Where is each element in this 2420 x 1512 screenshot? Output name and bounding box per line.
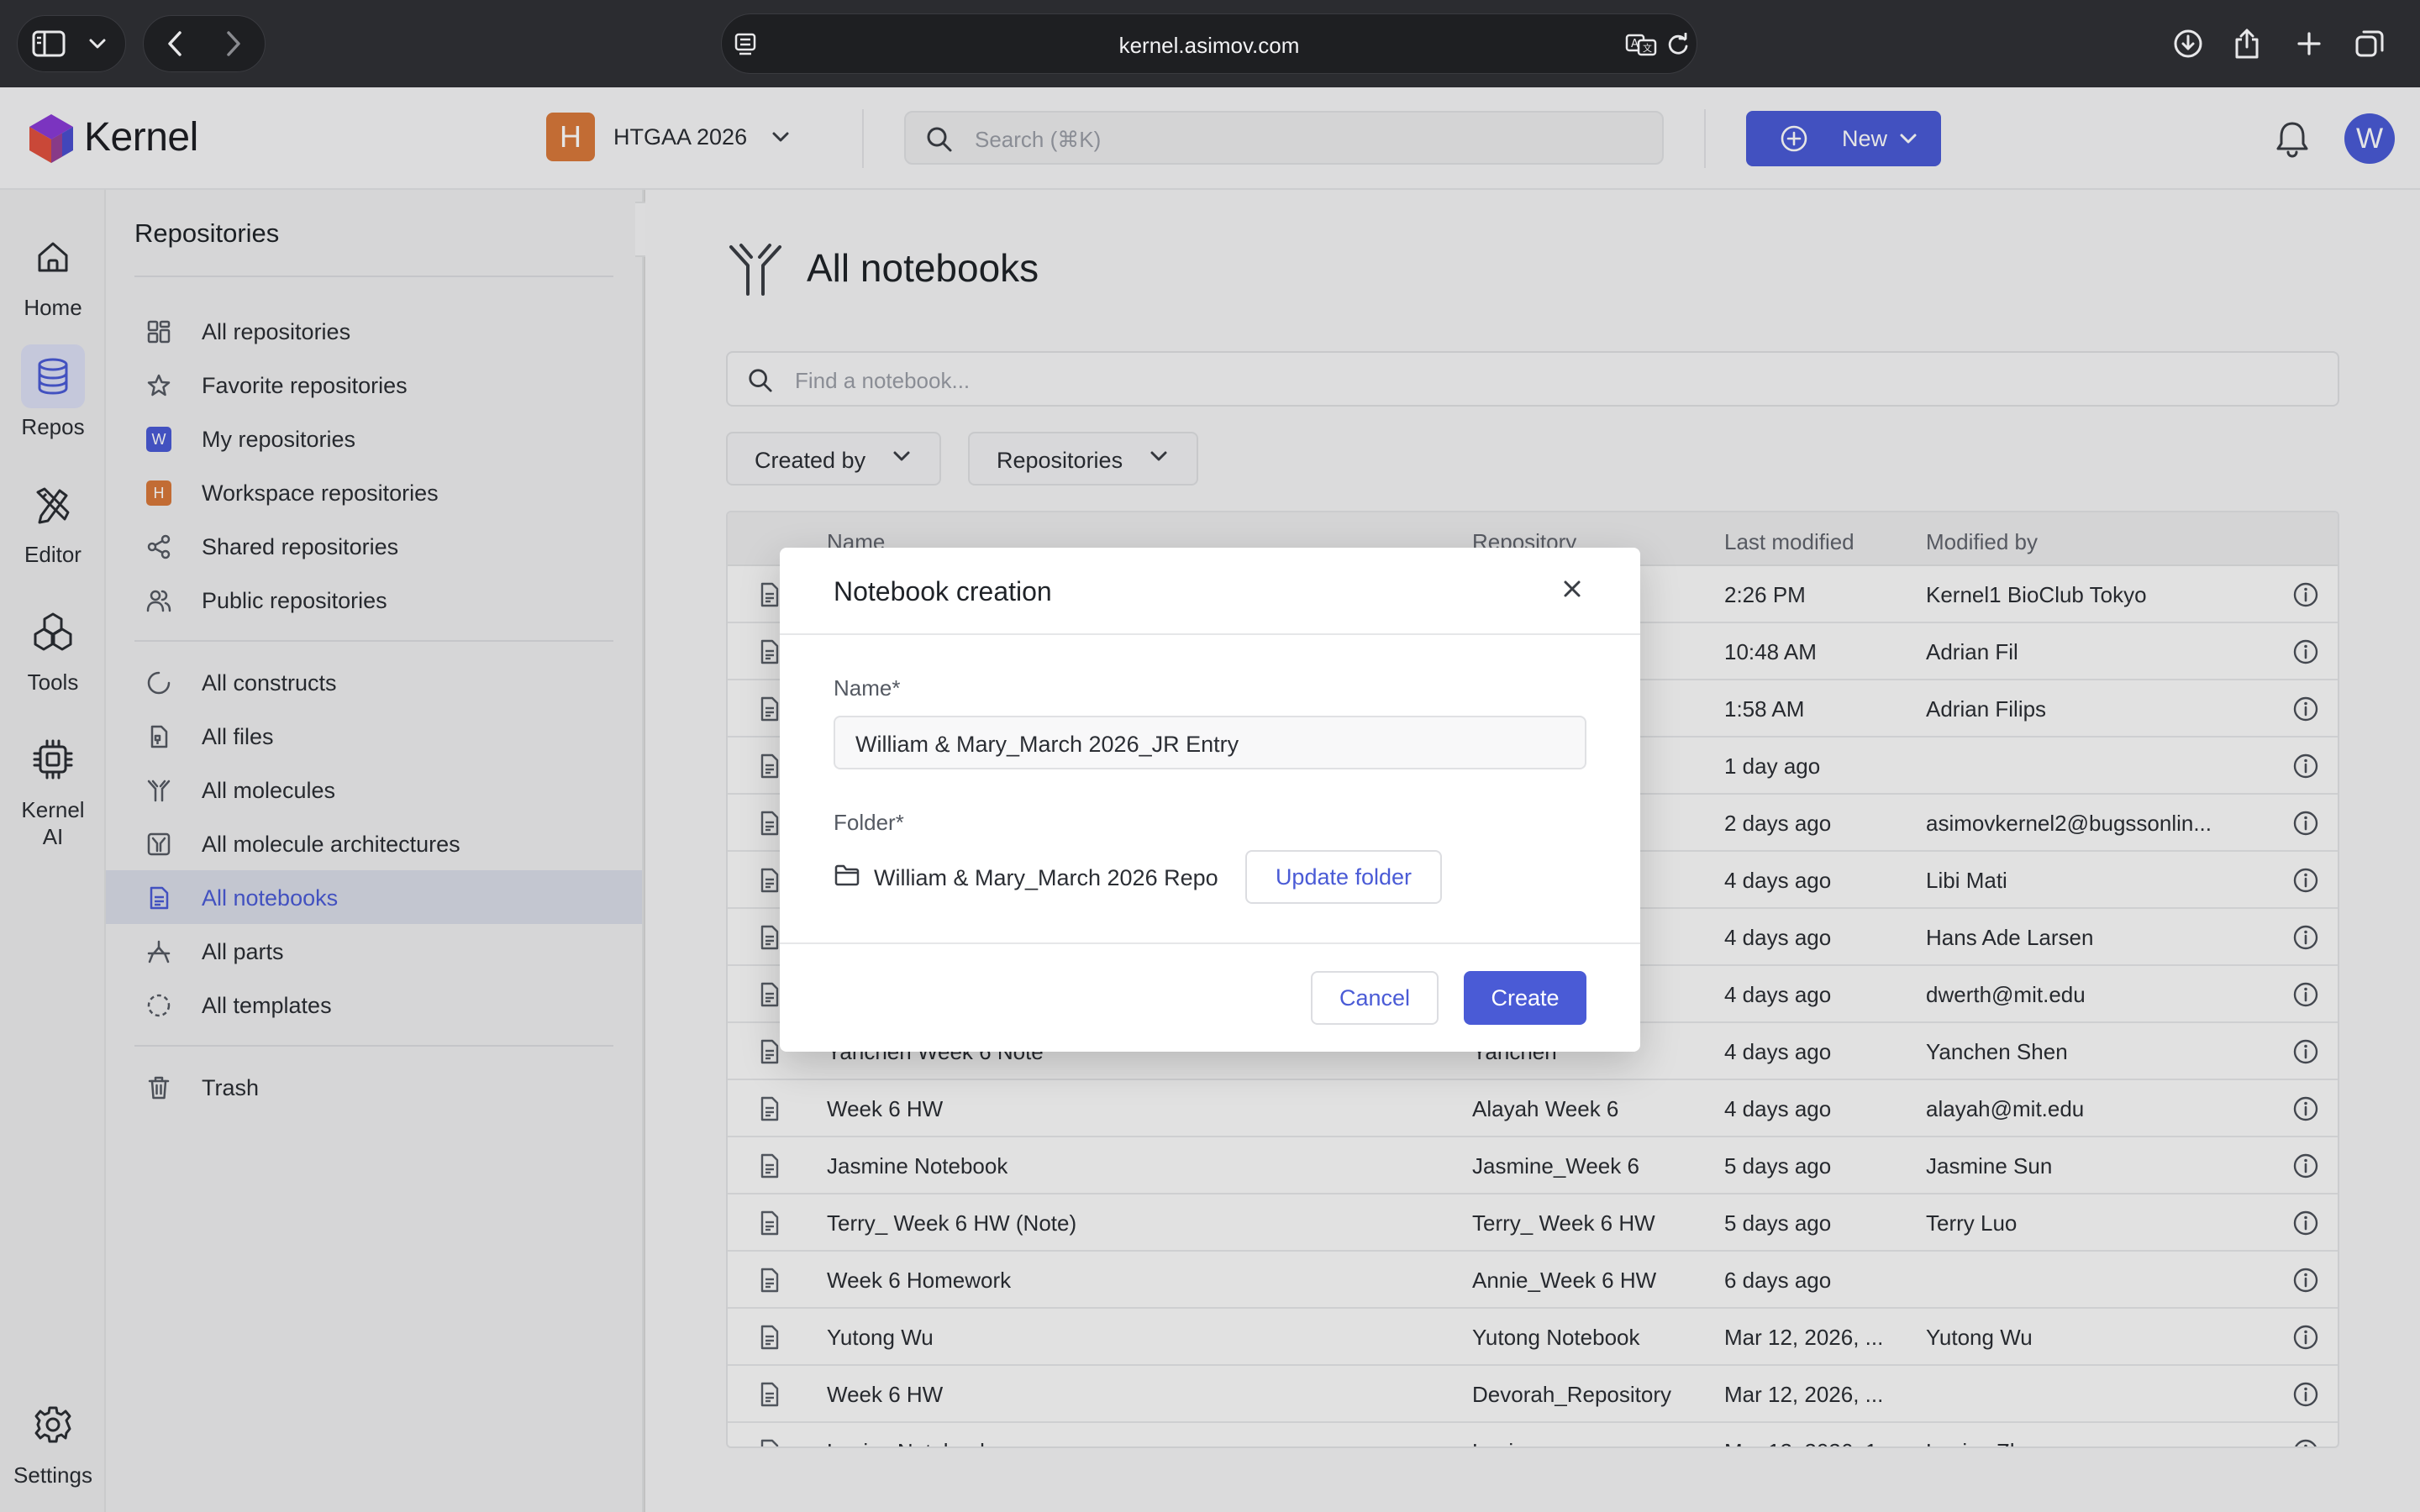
share-icon[interactable]: [2233, 28, 2260, 60]
browser-chrome: kernel.asimov.com A文: [0, 0, 2420, 87]
reload-icon[interactable]: [1666, 33, 1690, 56]
download-icon[interactable]: [2173, 29, 2203, 59]
new-tab-icon[interactable]: [2296, 31, 2322, 56]
tab-overview-icon[interactable]: [2354, 29, 2385, 59]
svg-text:A: A: [1631, 38, 1639, 50]
folder-field-label: Folder*: [834, 810, 904, 835]
close-icon[interactable]: [1561, 578, 1583, 600]
notebook-name-value: William & Mary_March 2026_JR Entry: [855, 732, 1239, 757]
url-text: kernel.asimov.com: [1118, 33, 1300, 58]
cancel-button[interactable]: Cancel: [1311, 971, 1439, 1025]
folder-name: William & Mary_March 2026 Repo: [874, 865, 1218, 890]
svg-text:文: 文: [1643, 42, 1652, 54]
forward-icon[interactable]: [225, 30, 242, 57]
update-folder-button[interactable]: Update folder: [1245, 850, 1442, 904]
chevron-down-icon[interactable]: [88, 38, 107, 50]
dialog-divider: [780, 633, 1640, 635]
folder-icon: [834, 864, 860, 887]
create-button[interactable]: Create: [1464, 971, 1586, 1025]
name-field-label: Name*: [834, 675, 901, 701]
translate-icon[interactable]: A文: [1625, 33, 1657, 56]
back-icon[interactable]: [166, 30, 183, 57]
nav-button-group: [143, 15, 266, 72]
dialog-divider: [780, 942, 1640, 944]
address-bar[interactable]: kernel.asimov.com A文: [721, 13, 1697, 74]
notebook-name-input[interactable]: William & Mary_March 2026_JR Entry: [834, 716, 1586, 769]
sidebar-toggle-icon[interactable]: [32, 30, 66, 57]
dialog-title: Notebook creation: [834, 576, 1052, 606]
notebook-creation-dialog: Notebook creation Name* William & Mary_M…: [780, 548, 1640, 1052]
